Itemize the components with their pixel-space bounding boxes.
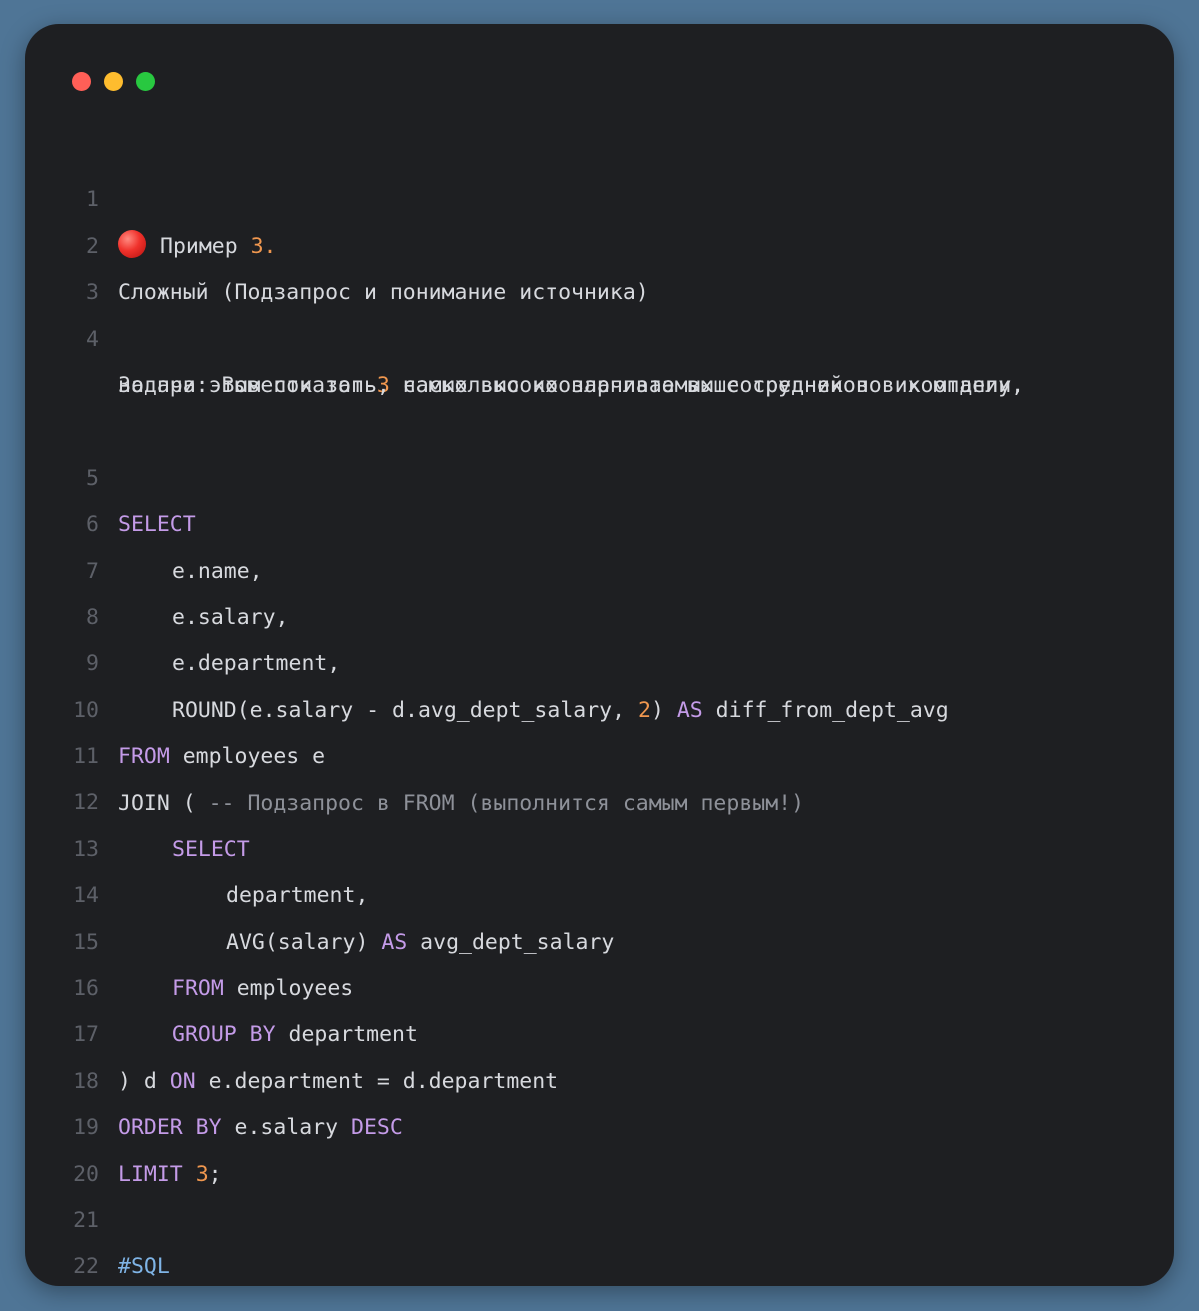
close-button[interactable]: [72, 72, 91, 91]
code-line-19: 19 LIMIT 3;: [25, 1059, 1174, 1186]
code-line-18: 18 ORDER BY e.salary DESC: [25, 1012, 1174, 1140]
code-line-17: 17 ) d ON e.department = d.department: [25, 966, 1174, 1093]
code-line-3: 3: [25, 224, 1174, 305]
code-line-12: 12 SELECT: [25, 734, 1174, 861]
code-line-9: 9 ROUND(e.salary - d.avg_dept_salary, 2)…: [25, 595, 1174, 722]
code-line-4-wrap: но при этом показать, насколько их зарпл…: [118, 372, 1025, 398]
code-line-11: 11 JOIN ( -- Подзапрос в FROM (выполнитс…: [25, 688, 1174, 815]
blank-wrap-line: [25, 363, 1174, 409]
code-line-4: 4 Задача: Вывести топ-3 самых высокоопла…: [25, 270, 1174, 398]
code-line-1: 1 Пример 3.: [25, 131, 1174, 258]
code-line-7: 7 e.salary,: [25, 502, 1174, 630]
code-line-8: 8 e.department,: [25, 549, 1174, 676]
maximize-button[interactable]: [136, 72, 155, 91]
code-line-5: 5 SELECT: [25, 409, 1174, 537]
code-window: 1 Пример 3. 2 Сложный (Подзапрос и поним…: [25, 24, 1174, 1286]
minimize-button[interactable]: [104, 72, 123, 91]
code-editor: 1 Пример 3. 2 Сложный (Подзапрос и поним…: [25, 131, 1174, 1279]
code-line-16: 16 GROUP BY department: [25, 920, 1174, 1047]
code-line-20: 20: [25, 1105, 1174, 1187]
code-line-15: 15 FROM employees: [25, 873, 1174, 1001]
code-line-22: 22: [25, 1198, 1174, 1279]
hashtag-link[interactable]: #SQL: [118, 1244, 170, 1286]
code-line-13: 13 department,: [25, 780, 1174, 908]
code-line-2: 2 Сложный (Подзапрос и понимание источни…: [25, 177, 1174, 305]
window-controls: [72, 72, 155, 91]
code-line-14: 14 AVG(salary) AS avg_dept_salary: [25, 827, 1174, 954]
code-line-10: 10 FROM employees e: [25, 641, 1174, 769]
code-line-6: 6 e.name,: [25, 456, 1174, 583]
line-number: 22: [73, 1254, 99, 1280]
code-line-21: 21 #SQL: [25, 1152, 1174, 1279]
